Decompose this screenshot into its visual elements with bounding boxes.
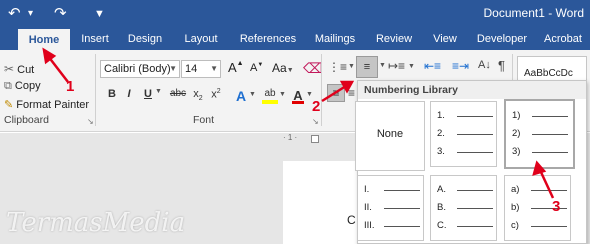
annotation-arrowhead-2 (339, 80, 355, 94)
annotation-arrow-2 (321, 84, 347, 103)
watermark: TermasMedia (6, 208, 186, 238)
annotation-number-2: 2 (312, 98, 321, 115)
annotation-arrow-1 (47, 55, 69, 83)
annotation-arrow-3 (538, 169, 555, 199)
annotation-arrowhead-3 (532, 160, 547, 176)
annotation-number-1: 1 (66, 78, 75, 95)
annotation-number-3: 3 (552, 198, 561, 215)
